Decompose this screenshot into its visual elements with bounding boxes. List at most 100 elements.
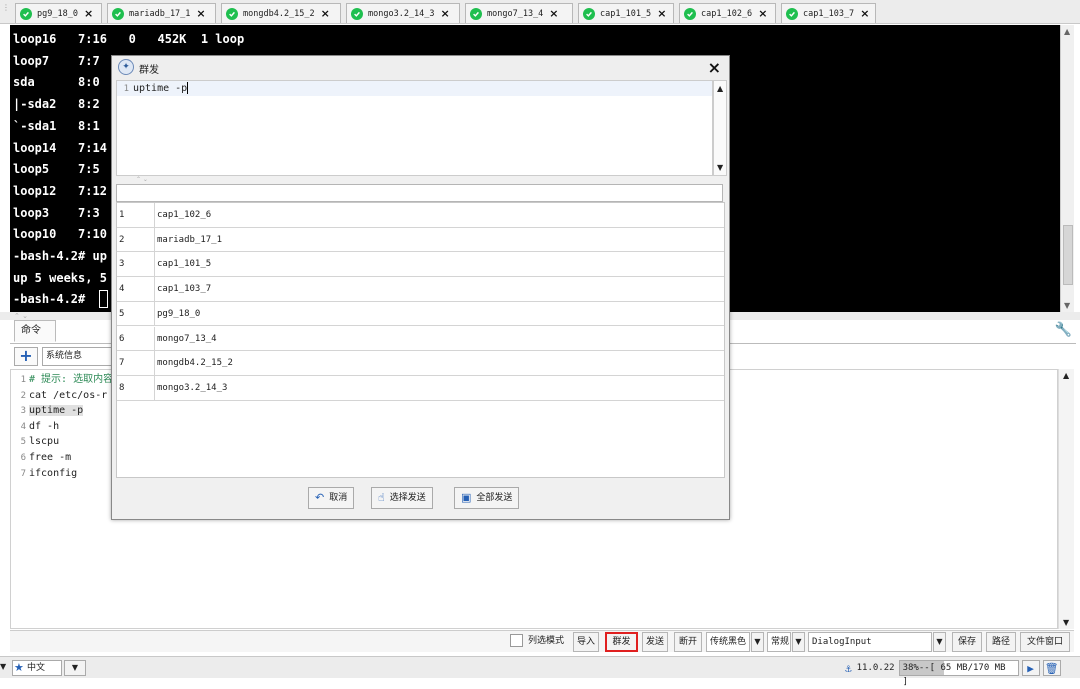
chevron-down-icon[interactable]: ▼ bbox=[751, 632, 764, 652]
theme-select[interactable]: 传统黑色 bbox=[706, 632, 750, 652]
import-button[interactable]: 导入 bbox=[573, 632, 599, 652]
scroll-down-icon[interactable]: ▼ bbox=[717, 163, 723, 172]
language-select[interactable]: ★ 中文 bbox=[12, 660, 62, 676]
command-toolbar: + 系统信息 bbox=[14, 345, 112, 367]
undo-icon: ↶ bbox=[315, 491, 325, 504]
command-line[interactable]: 6 free -m bbox=[11, 450, 72, 466]
tab-label: mongdb4.2_15_2 bbox=[243, 8, 315, 19]
chevron-down-icon[interactable]: ▼ bbox=[933, 632, 946, 652]
dialog-title: 群发 bbox=[139, 65, 159, 76]
close-icon[interactable]: × bbox=[321, 7, 330, 20]
session-tab[interactable]: cap1_101_5 × bbox=[578, 3, 674, 23]
session-tab-strip: ⋮ pg9_18_0 × mariadb_17_1 × mongdb4.2_15_2 × m… bbox=[0, 0, 1080, 24]
play-icon[interactable]: ▶ bbox=[1021, 660, 1040, 676]
save-button[interactable]: 保存 bbox=[952, 632, 982, 652]
close-icon[interactable]: × bbox=[549, 7, 558, 20]
session-row[interactable]: 4 cap1_103_7 bbox=[117, 277, 724, 302]
close-icon[interactable]: × bbox=[860, 7, 869, 20]
scroll-down-icon[interactable]: ▼ bbox=[1063, 618, 1069, 627]
command-line[interactable]: 4 df -h bbox=[11, 419, 60, 435]
session-filter-input[interactable] bbox=[116, 184, 723, 202]
terminal-line: loop7 7:7 bbox=[13, 53, 100, 68]
editor-scrollbar[interactable]: ▲ ▼ bbox=[1058, 369, 1074, 629]
tab-label: mariadb_17_1 bbox=[129, 8, 191, 19]
tabstrip-grip[interactable]: ⋮ bbox=[2, 3, 10, 21]
row-session-name: cap1_103_7 bbox=[157, 284, 212, 295]
scroll-down-icon[interactable]: ▼ bbox=[1064, 301, 1070, 310]
pointer-icon: ☝ bbox=[378, 491, 385, 504]
row-session-name: pg9_18_0 bbox=[157, 308, 201, 319]
session-tab[interactable]: cap1_103_7 × bbox=[781, 3, 876, 23]
scroll-up-icon[interactable]: ▲ bbox=[1064, 27, 1070, 36]
tab-label: pg9_18_0 bbox=[37, 8, 78, 19]
session-list[interactable]: 1 cap1_102_6 2 mariadb_17_1 3 cap1_101_5 4 cap1… bbox=[116, 202, 725, 478]
close-icon[interactable]: × bbox=[84, 7, 93, 20]
session-row[interactable]: 2 mariadb_17_1 bbox=[117, 227, 724, 253]
disconnect-button[interactable]: 断开 bbox=[674, 632, 702, 652]
tab-command[interactable]: 命令 bbox=[14, 320, 56, 342]
chevron-down-icon[interactable]: ▼ bbox=[64, 660, 86, 676]
send-selected-button[interactable]: ☝ 选择发送 bbox=[371, 487, 433, 509]
column-mode-checkbox[interactable] bbox=[510, 634, 523, 647]
scroll-up-icon[interactable]: ▲ bbox=[1063, 371, 1069, 380]
tab-label: mongo3.2_14_3 bbox=[368, 8, 435, 19]
path-button[interactable]: 路径 bbox=[986, 632, 1016, 652]
send-button[interactable]: 发送 bbox=[642, 632, 668, 652]
check-circle-icon bbox=[786, 7, 798, 20]
session-row[interactable]: 8 mongo3.2_14_3 bbox=[117, 375, 724, 401]
file-window-button[interactable]: 文件窗口 bbox=[1020, 632, 1070, 652]
command-line[interactable]: 3 uptime -p bbox=[11, 403, 84, 419]
app-logo-icon: ✦ bbox=[118, 59, 134, 75]
broadcast-command-editor[interactable]: 1 uptime -p bbox=[116, 80, 713, 176]
session-tab[interactable]: cap1_102_6 × bbox=[679, 3, 776, 23]
command-line[interactable]: 2 cat /etc/os-r bbox=[11, 388, 108, 404]
font-select[interactable]: DialogInput bbox=[808, 632, 932, 652]
command-line[interactable]: 5 lscpu bbox=[11, 434, 60, 450]
close-icon[interactable]: × bbox=[708, 58, 721, 77]
add-command-button[interactable]: + bbox=[14, 346, 38, 366]
close-icon[interactable]: × bbox=[196, 7, 205, 20]
session-row[interactable]: 5 pg9_18_0 bbox=[117, 301, 724, 327]
row-session-name: cap1_102_6 bbox=[157, 210, 212, 220]
dialog-editor-scrollbar[interactable]: ▲ ▼ bbox=[713, 80, 727, 176]
row-session-name: mongo3.2_14_3 bbox=[157, 382, 228, 393]
dialog-footer: ↶ 取消 ☝ 选择发送 ▣ 全部发送 bbox=[116, 480, 725, 517]
session-row[interactable]: 1 cap1_102_6 bbox=[117, 203, 724, 228]
cancel-button[interactable]: ↶ 取消 bbox=[308, 487, 355, 509]
style-select[interactable]: 常规 bbox=[767, 632, 791, 652]
session-row[interactable]: 7 mongdb4.2_15_2 bbox=[117, 351, 724, 376]
wrench-icon[interactable]: 🔧 bbox=[1055, 322, 1072, 338]
close-icon[interactable]: × bbox=[657, 7, 666, 20]
session-tab[interactable]: mongo3.2_14_3 × bbox=[346, 3, 460, 23]
star-icon: ★ bbox=[14, 661, 24, 674]
terminal-scrollbar[interactable]: ▲ ▼ bbox=[1060, 25, 1074, 312]
trash-icon[interactable]: 🗑 bbox=[1042, 660, 1061, 676]
command-line[interactable]: 1 # 提示: 选取内容 bbox=[11, 372, 114, 388]
session-tab[interactable]: mariadb_17_1 × bbox=[107, 3, 216, 23]
memory-indicator[interactable]: 38%--[ 65 MB/170 MB ] bbox=[898, 660, 1019, 687]
close-icon[interactable]: × bbox=[758, 7, 767, 20]
session-tab[interactable]: mongdb4.2_15_2 × bbox=[221, 3, 341, 23]
session-row[interactable]: 6 mongo7_13_4 bbox=[117, 326, 724, 352]
session-tab[interactable]: pg9_18_0 × bbox=[15, 3, 102, 23]
row-index: 2 bbox=[119, 227, 155, 252]
broadcast-button[interactable]: 群发 bbox=[605, 632, 638, 652]
send-all-button[interactable]: ▣ 全部发送 bbox=[454, 487, 520, 509]
terminal-scroll-thumb[interactable] bbox=[1063, 225, 1073, 285]
status-right: ⚓ 11.0.22 38%--[ 65 MB/170 MB ] ▶ 🗑 bbox=[845, 660, 1061, 687]
editor-line[interactable]: 1 uptime -p bbox=[117, 81, 712, 96]
session-tab[interactable]: mongo7_13_4 × bbox=[465, 3, 573, 23]
session-row[interactable]: 3 cap1_101_5 bbox=[117, 252, 724, 278]
close-icon[interactable]: × bbox=[441, 7, 450, 20]
row-index: 5 bbox=[119, 301, 155, 326]
chevron-down-icon[interactable]: ▼ bbox=[0, 662, 6, 671]
anchor-icon: ⚓ bbox=[845, 661, 852, 675]
scroll-up-icon[interactable]: ▲ bbox=[717, 84, 723, 93]
version-text: 11.0.22 bbox=[856, 663, 895, 673]
dialog-titlebar[interactable]: ✦ 群发 × bbox=[112, 56, 729, 80]
dialog-splitter[interactable]: ⌃ ⌄ bbox=[116, 176, 727, 184]
category-select[interactable]: 系统信息 bbox=[42, 346, 112, 366]
command-line[interactable]: 7 ifconfig bbox=[11, 466, 78, 482]
row-index: 1 bbox=[119, 203, 155, 227]
chevron-down-icon[interactable]: ▼ bbox=[792, 632, 805, 652]
